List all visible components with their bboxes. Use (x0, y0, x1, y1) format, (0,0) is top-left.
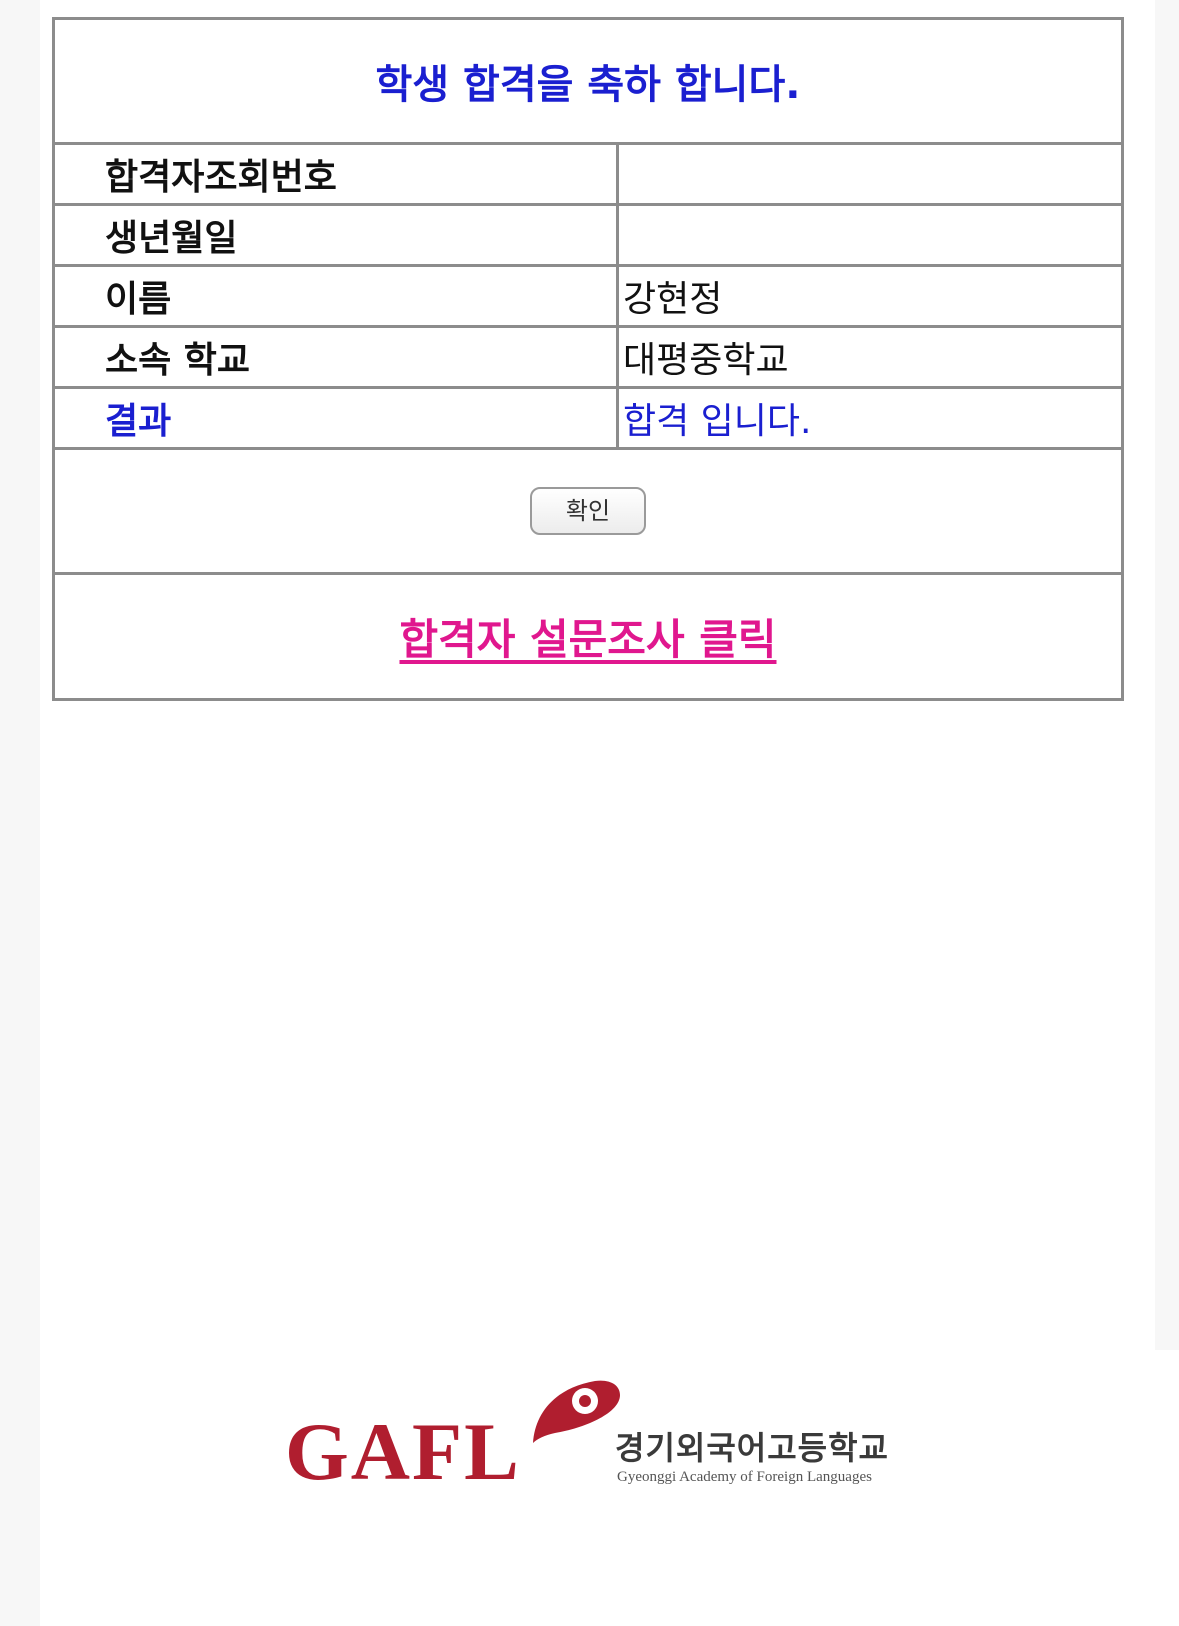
school-label: 소속 학교 (52, 325, 619, 389)
lookup-number-value (616, 142, 1124, 206)
logo-english-name: Gyeonggi Academy of Foreign Languages (617, 1469, 872, 1485)
table-row: 합격자조회번호 (52, 142, 1124, 206)
table-row: 생년월일 (52, 203, 1124, 267)
table-row: 소속 학교 대평중학교 (52, 325, 1124, 389)
logo-letters: GAFL (285, 1406, 521, 1497)
lookup-number-label: 합격자조회번호 (52, 142, 619, 206)
name-value: 강현정 (616, 264, 1124, 328)
admission-result-table: 학생 합격을 축하 합니다. 합격자조회번호 생년월일 이름 강현정 소속 학교… (52, 17, 1124, 701)
survey-row: 합격자 설문조사 클릭 (52, 572, 1124, 701)
left-margin (0, 0, 40, 1626)
right-margin (1155, 0, 1179, 1350)
school-logo: GAFL 경기외국어고등학교 Gyeonggi Academy of Forei… (285, 1380, 925, 1503)
logo-flame-icon (533, 1380, 620, 1443)
page: 학생 합격을 축하 합니다. 합격자조회번호 생년월일 이름 강현정 소속 학교… (0, 0, 1179, 1626)
logo-korean-name: 경기외국어고등학교 (615, 1429, 889, 1467)
table-row: 결과 합격 입니다. (52, 386, 1124, 450)
page-title: 학생 합격을 축하 합니다. (52, 17, 1124, 145)
name-label: 이름 (52, 264, 619, 328)
table-row: 이름 강현정 (52, 264, 1124, 328)
confirm-button[interactable]: 확인 (530, 487, 646, 535)
survey-link[interactable]: 합격자 설문조사 클릭 (399, 615, 776, 664)
birthdate-value (616, 203, 1124, 267)
result-label: 결과 (52, 386, 619, 450)
school-value: 대평중학교 (616, 325, 1124, 389)
birthdate-label: 생년월일 (52, 203, 619, 267)
button-row: 확인 (52, 447, 1124, 575)
result-value: 합격 입니다. (616, 386, 1124, 450)
